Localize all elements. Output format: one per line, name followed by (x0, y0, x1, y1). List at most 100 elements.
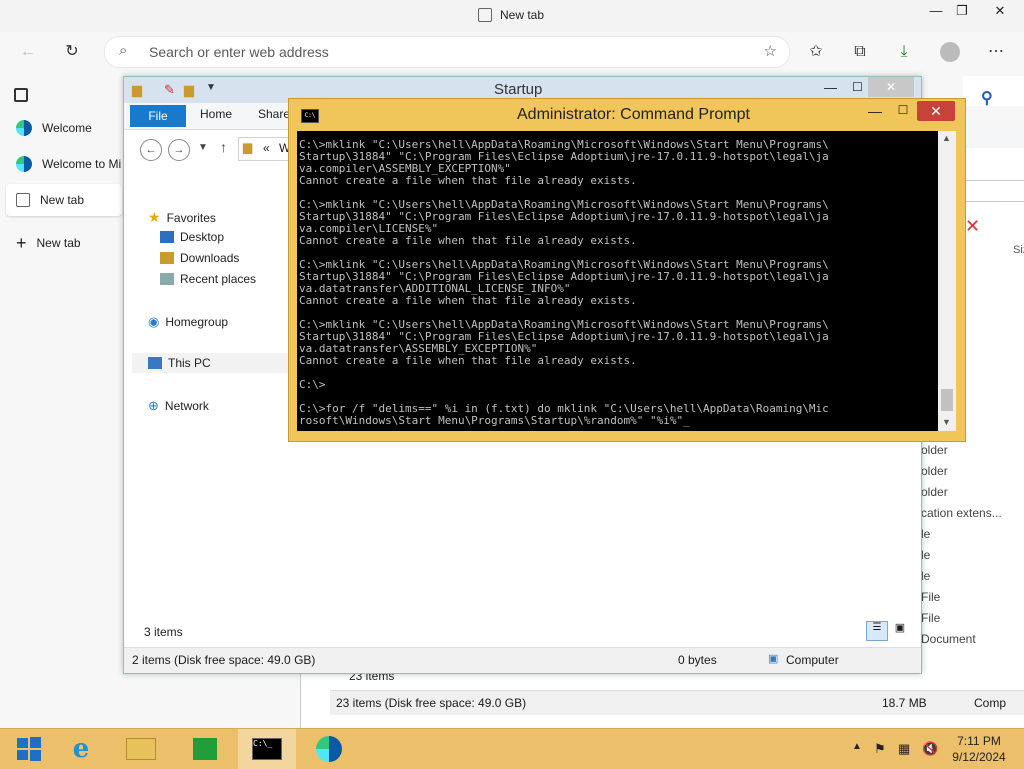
explorer-close-button[interactable]: ✕ (868, 77, 914, 97)
refresh-icon[interactable]: ↻ (58, 38, 86, 66)
homegroup-icon: ◉ (148, 314, 160, 329)
tab-page-icon (16, 193, 30, 207)
computer-icon: ▣ (768, 653, 779, 665)
start-button[interactable] (0, 729, 58, 769)
nav-recent-places[interactable]: Recent places (160, 272, 256, 286)
sidebar-tab-label: Welcome (42, 121, 92, 135)
nav-label: Network (164, 399, 209, 413)
tab-actions-icon[interactable] (14, 88, 28, 102)
large-icons-view-icon[interactable]: ▣ (890, 621, 910, 639)
bg-status-disk: 23 items (Disk free space: 49.0 GB) (336, 696, 527, 710)
edge-logo-icon (316, 736, 342, 762)
sidebar-tab-new-tab[interactable]: New tab (6, 184, 122, 216)
details-view-icon[interactable]: ☰ (866, 621, 888, 641)
nav-downloads[interactable]: Downloads (160, 251, 239, 265)
cmd-minimize-button[interactable]: — (861, 103, 889, 123)
address-placeholder: Search or enter web address (149, 44, 329, 60)
breadcrumb-overflow-icon[interactable]: « (263, 141, 270, 155)
cmd-close-button[interactable]: ✕ (917, 101, 955, 121)
nav-network[interactable]: ⊕ Network (148, 398, 209, 414)
up-arrow-icon[interactable]: ↑ (220, 139, 227, 155)
edge-maximize-button[interactable]: ❐ (946, 0, 978, 22)
back-arrow-icon[interactable]: ← (140, 139, 162, 161)
cmd-app-icon[interactable]: C:\ (301, 109, 319, 123)
ribbon-tab-share[interactable]: Share (258, 107, 290, 121)
plus-icon: + (16, 232, 27, 253)
nav-this-pc[interactable]: This PC (148, 356, 211, 370)
bg-status-bar: 23 items (Disk free space: 49.0 GB) 18.7… (330, 690, 1024, 715)
explorer-maximize-button[interactable]: ☐ (852, 80, 863, 94)
nav-label: Downloads (180, 251, 240, 265)
back-arrow-icon[interactable]: ← (14, 38, 42, 66)
recent-locations-chevron-icon[interactable]: ▼ (198, 142, 208, 153)
properties-icon[interactable]: ✎ (164, 82, 175, 98)
taskbar-internet-explorer[interactable]: e (52, 729, 110, 769)
sidebar-tab-welcome[interactable]: Welcome (6, 112, 122, 144)
type-cell: le (921, 527, 931, 541)
cmd-title: Administrator: Command Prompt (517, 106, 750, 123)
taskbar-store[interactable] (176, 729, 234, 769)
downloads-icon[interactable]: ⤓ (890, 38, 918, 66)
sidebar-tab-label: Welcome to Mi (42, 157, 122, 171)
forward-arrow-icon[interactable]: → (168, 139, 190, 161)
taskbar-clock[interactable]: 7:11 PM 9/12/2024 (944, 733, 1014, 765)
computer-icon (148, 357, 162, 369)
store-icon (193, 738, 217, 760)
chevron-down-icon[interactable]: ▼ (206, 82, 216, 93)
address-bar[interactable]: ⌕ Search or enter web address ☆ (104, 36, 790, 68)
internet-explorer-icon: e (72, 734, 90, 764)
type-cell: File (921, 611, 941, 625)
nav-desktop[interactable]: Desktop (160, 230, 224, 244)
sidebar-new-tab-button[interactable]: + New tab (6, 227, 122, 259)
sidebar-tab-welcome-to-microsoft[interactable]: Welcome to Mi (6, 148, 122, 180)
type-cell: older (921, 464, 948, 478)
scroll-down-icon[interactable]: ▼ (942, 417, 951, 427)
action-center-flag-icon[interactable]: ⚑ (874, 741, 886, 757)
search-icon: ⌕ (119, 42, 128, 59)
add-favorite-icon[interactable]: ☆ (764, 42, 777, 60)
nav-label: Favorites (166, 210, 216, 225)
cmd-scrollbar[interactable]: ▲ ▼ (938, 131, 956, 431)
nav-label: This PC (168, 356, 211, 370)
cmd-maximize-button[interactable]: ☐ (889, 103, 917, 123)
type-cell: cation extens... (921, 506, 1002, 520)
taskbar-file-explorer[interactable] (112, 729, 170, 769)
file-explorer-icon (126, 738, 156, 760)
search-icon[interactable]: ⚲ (981, 88, 993, 108)
new-folder-icon[interactable]: ▆ (184, 82, 194, 98)
favorites-icon[interactable]: ✩ (802, 38, 830, 66)
nav-favorites[interactable]: ★ Favorites (148, 209, 216, 226)
star-icon: ★ (148, 209, 161, 225)
network-icon[interactable]: ▦ (898, 741, 910, 757)
bg-search-area (963, 76, 1024, 106)
type-cell: older (921, 485, 948, 499)
cmd-console[interactable]: C:\>mklink "C:\Users\hell\AppData\Roamin… (297, 131, 938, 431)
collections-icon[interactable]: ⧉ (846, 38, 874, 66)
sidebar-tab-label: New tab (36, 236, 81, 250)
edge-active-tab[interactable]: New tab (478, 8, 544, 22)
status-size: 0 bytes (678, 653, 717, 667)
ribbon-tab-home[interactable]: Home (200, 107, 232, 121)
scroll-up-icon[interactable]: ▲ (942, 133, 951, 143)
taskbar-edge[interactable] (300, 729, 358, 769)
size-column-header[interactable]: Siz (1013, 244, 1024, 256)
explorer-minimize-button[interactable]: — (824, 80, 837, 95)
profile-avatar[interactable] (940, 42, 960, 62)
windows-logo-icon (17, 737, 41, 761)
ribbon-tab-file[interactable]: File (130, 105, 186, 127)
delete-icon[interactable]: ✕ (965, 216, 980, 237)
recent-places-icon (160, 273, 174, 285)
type-cell: le (921, 548, 931, 562)
status-location: Computer (786, 653, 839, 667)
edge-close-button[interactable]: ✕ (984, 0, 1016, 22)
edge-logo-icon (16, 120, 32, 136)
type-cell: le (921, 569, 931, 583)
nav-homegroup[interactable]: ◉ Homegroup (148, 314, 228, 330)
scroll-thumb[interactable] (941, 389, 953, 411)
volume-muted-icon[interactable]: 🔇 (922, 741, 938, 757)
more-menu-icon[interactable]: ⋯ (982, 38, 1010, 66)
clock-time: 7:11 PM (957, 734, 1001, 748)
bg-status-location: Comp (974, 696, 1007, 710)
show-hidden-icons-icon[interactable]: ▲ (852, 741, 862, 752)
taskbar-command-prompt[interactable]: C:\_ (238, 729, 296, 769)
